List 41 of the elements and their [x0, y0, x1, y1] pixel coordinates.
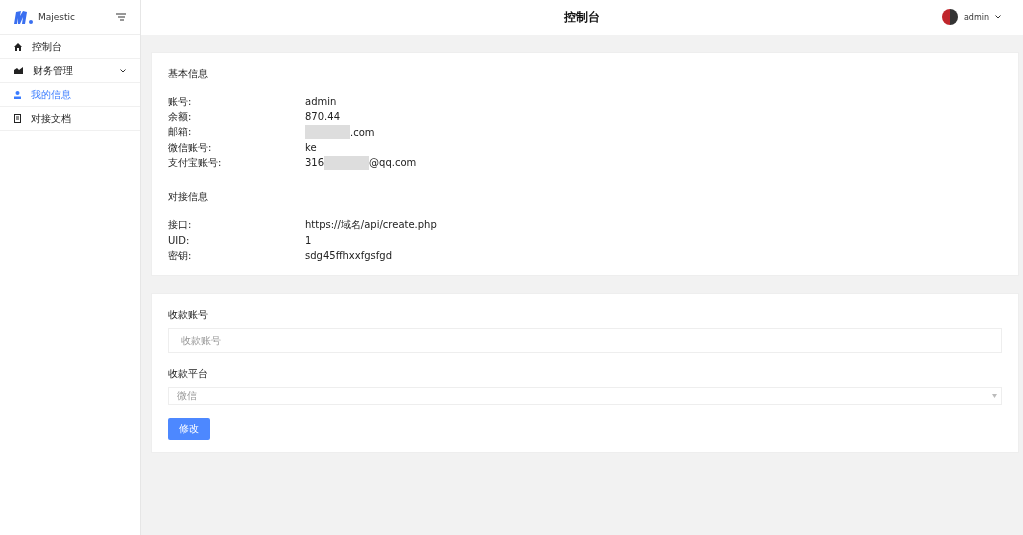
field-value: admin: [305, 96, 337, 108]
sidebar-item[interactable]: 财务管理: [0, 59, 140, 83]
caret-icon: [995, 15, 1001, 19]
field-label: 微信账号:: [168, 140, 213, 155]
section-title: 基本信息: [168, 67, 209, 81]
page-title: 控制台: [564, 9, 600, 26]
account-input[interactable]: 收款账号: [168, 328, 1002, 354]
field-value: https://域名/api/create.php: [305, 218, 437, 233]
field-label: 账号:: [168, 94, 193, 109]
sidebar-item[interactable]: 对接文档: [0, 107, 140, 131]
menu-icon[interactable]: [116, 13, 126, 21]
field-value: .com: [350, 126, 375, 138]
field-value: @qq.com: [369, 157, 417, 169]
field-value: sdg45ffhxxfgsfgd: [305, 250, 392, 262]
field-label: 支付宝账号:: [168, 155, 223, 170]
redaction-mark: [324, 155, 370, 170]
field-value: ke: [305, 142, 317, 154]
user-avatar[interactable]: [941, 9, 958, 25]
section-title: 对接信息: [168, 190, 209, 205]
sidebar-item[interactable]: 控制台: [0, 35, 140, 59]
field-label: UID:: [168, 234, 191, 246]
logo-icon: [14, 10, 34, 24]
field-label: 接口:: [168, 218, 193, 233]
dropdown-arrow-icon: [992, 394, 997, 399]
user-name[interactable]: admin: [963, 12, 989, 22]
field-label: 邮箱:: [168, 125, 193, 140]
field-value: 870.44: [305, 111, 340, 123]
field-label: 密钥:: [168, 248, 193, 263]
field-value: 316: [305, 157, 325, 169]
redaction-mark: [305, 125, 350, 140]
field-value: 1: [305, 234, 312, 246]
home-icon: [14, 42, 22, 51]
chart-icon: [14, 67, 23, 74]
caret-icon: [120, 68, 126, 73]
field-label: 收款平台: [168, 367, 209, 382]
user-icon: [14, 90, 21, 99]
field-label: 余额:: [168, 109, 193, 124]
field-label: 收款账号: [168, 308, 209, 323]
brand-name: Majestic: [38, 12, 76, 22]
sidebar-item[interactable]: 我的信息: [0, 83, 140, 107]
document-icon: [14, 114, 21, 123]
